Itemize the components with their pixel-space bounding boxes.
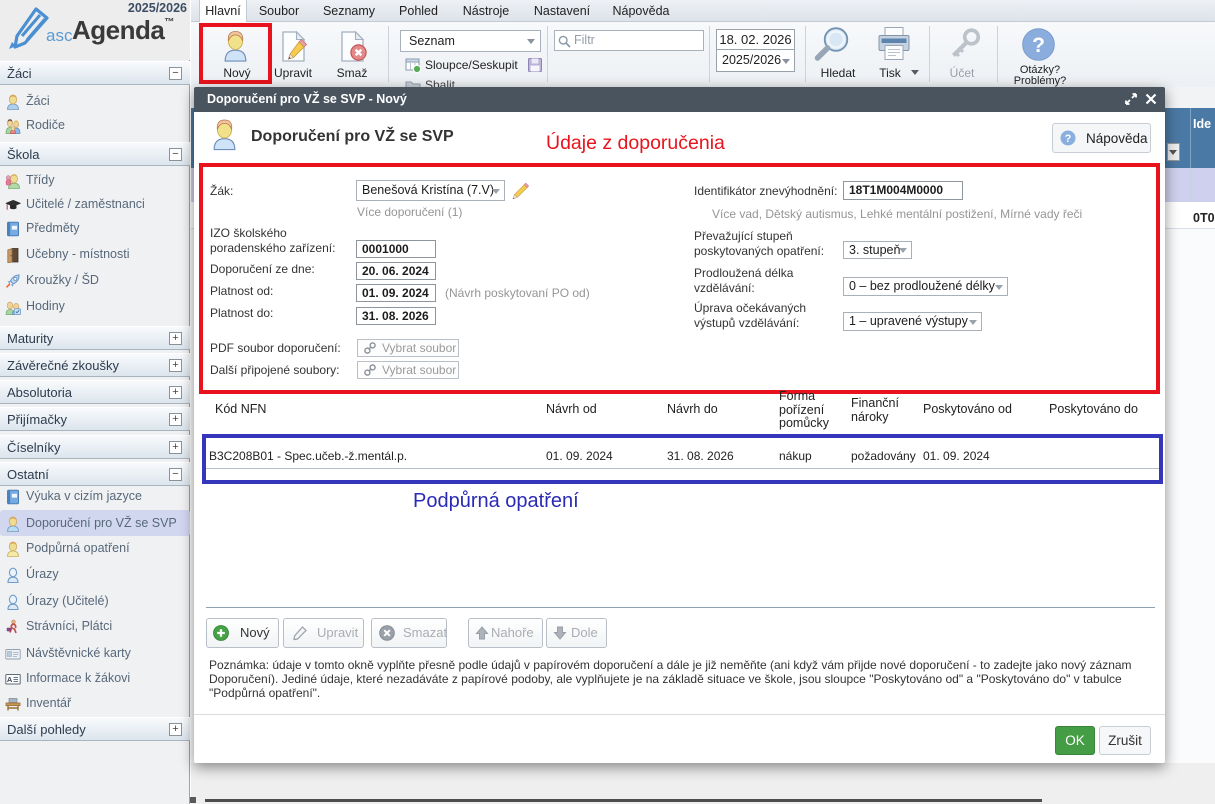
svg-text:?: ? <box>1032 34 1045 57</box>
svg-text:A: A <box>7 675 13 684</box>
svg-text:?: ? <box>1065 133 1072 145</box>
